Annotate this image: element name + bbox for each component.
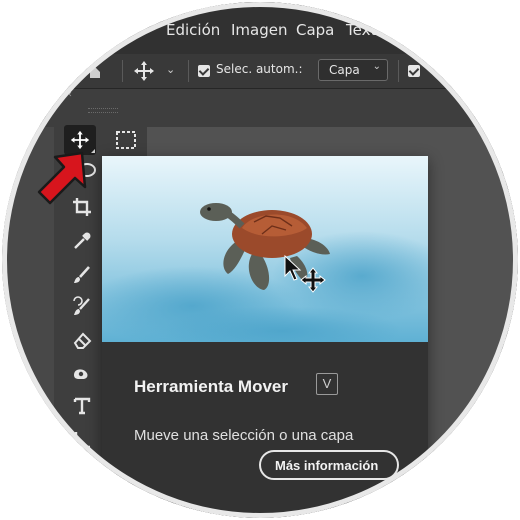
separator: [122, 60, 123, 82]
chevron-down-icon: ⌄: [372, 61, 381, 72]
learn-more-button[interactable]: Más información: [259, 450, 399, 480]
move-tool-preset-icon[interactable]: [132, 59, 156, 83]
eyedropper-tool[interactable]: [66, 226, 98, 256]
clone-stamp-tool[interactable]: [66, 292, 98, 322]
menu-item-texto[interactable]: Texto: [346, 21, 386, 39]
chevron-down-icon[interactable]: ⌄: [166, 63, 175, 76]
auto-select-checkbox[interactable]: [198, 65, 210, 77]
dodge-icon: [74, 369, 88, 379]
tooltip-preview-image: [82, 156, 452, 356]
learn-more-label: Más información: [275, 458, 379, 473]
type-tool[interactable]: [66, 391, 98, 421]
path-selection-tool[interactable]: [66, 425, 98, 455]
separator: [398, 60, 399, 82]
menu-item-edicion[interactable]: Edición: [166, 21, 220, 39]
menu-bar: Edición Imagen Capa Texto: [2, 2, 518, 54]
annotation-arrow-icon: [37, 151, 87, 205]
eraser-icon: [73, 332, 92, 349]
tooltip-title: Herramienta Mover: [134, 377, 289, 396]
eyedropper-icon: [74, 232, 91, 249]
history-brush-icon: [73, 296, 90, 315]
menu-item-capa[interactable]: Capa: [296, 21, 334, 39]
auto-select-label: Selec. autom.:: [216, 62, 303, 76]
blur-tool[interactable]: [66, 359, 98, 389]
tooltip-description: Mueve una selección o una capa: [134, 427, 354, 444]
show-transform-checkbox[interactable]: [408, 65, 420, 77]
shortcut-key-badge: V: [316, 373, 338, 395]
auto-select-target-dropdown[interactable]: Capa ⌄: [318, 59, 388, 81]
options-bar: ⌄ Selec. autom.: Capa ⌄: [2, 54, 518, 89]
menu-item-imagen[interactable]: Imagen: [231, 21, 287, 39]
marquee-tool[interactable]: [110, 125, 142, 155]
brush-tool[interactable]: [66, 260, 98, 290]
type-icon: [73, 397, 91, 415]
auto-select-target-value: Capa: [329, 63, 360, 77]
brush-icon: [74, 266, 90, 283]
separator: [188, 60, 189, 82]
path-selection-icon: [74, 432, 90, 449]
home-icon[interactable]: [88, 64, 102, 78]
rich-tooltip: Herramienta Mover V Mueve una selección …: [82, 156, 452, 518]
toolbox-grip[interactable]: [88, 108, 118, 113]
rectangular-marquee-icon: [116, 131, 136, 149]
eraser-tool[interactable]: [66, 325, 98, 355]
photoshop-zoom-view: Edición Imagen Capa Texto ⌄ Selec. autom…: [2, 2, 518, 518]
panel-collapse-icon[interactable]: ‹‹: [64, 89, 72, 100]
